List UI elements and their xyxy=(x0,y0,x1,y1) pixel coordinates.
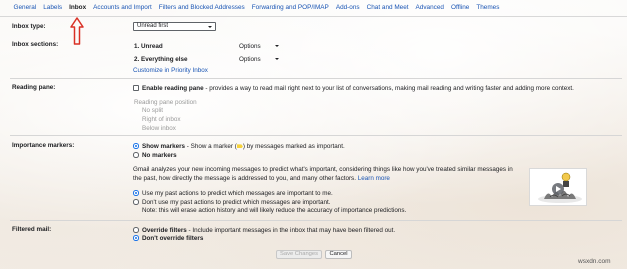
section-unread-name: 1. Unread xyxy=(134,43,163,50)
show-markers-radio[interactable] xyxy=(133,143,139,149)
use-past-actions-label: Use my past actions to predict which mes… xyxy=(142,190,333,197)
dont-use-past-actions-label: Don't use my past actions to predict whi… xyxy=(142,199,331,206)
show-markers-desc-a: - Show a marker ( xyxy=(185,143,237,150)
override-filters-text: Override filters - Include important mes… xyxy=(142,227,395,234)
tab-accounts-and-import[interactable]: Accounts and Import xyxy=(90,3,156,13)
inbox-type-label: Inbox type: xyxy=(12,23,46,30)
no-markers-radio[interactable] xyxy=(133,152,139,158)
show-markers-title: Show markers xyxy=(142,143,186,150)
override-filters-radio[interactable] xyxy=(133,227,139,233)
save-changes-button[interactable]: Save Changes xyxy=(276,250,322,259)
enable-reading-pane-desc: - provides a way to read mail right next… xyxy=(203,85,574,92)
inbox-sections-label: Inbox sections: xyxy=(12,41,59,48)
learn-more-link[interactable]: Learn more xyxy=(358,175,390,182)
position-no-split: No split xyxy=(142,107,163,114)
filtered-mail-label: Filtered mail: xyxy=(12,226,52,233)
watermark: wsxdn.com xyxy=(578,258,611,265)
enable-reading-pane-title: Enable reading pane xyxy=(142,85,204,92)
red-up-arrow-icon xyxy=(70,17,84,45)
section-everything-else-name: 2. Everything else xyxy=(134,56,188,63)
override-filters-title: Override filters xyxy=(142,227,187,234)
show-markers-desc-b: ) by messages marked as important. xyxy=(242,143,345,150)
divider xyxy=(10,135,622,136)
use-past-actions-radio[interactable] xyxy=(133,190,139,196)
show-markers-text: Show markers - Show a marker ( ) by messa… xyxy=(142,143,345,150)
position-right-of-inbox: Right of inbox xyxy=(142,116,181,123)
importance-markers-label: Importance markers: xyxy=(12,142,75,149)
importance-info-line2: the past, how directly the message is ad… xyxy=(133,175,390,182)
options-label: Options xyxy=(239,56,261,63)
chevron-down-icon xyxy=(274,45,279,48)
cancel-button[interactable]: Cancel xyxy=(325,250,352,259)
importance-info-line2-text: the past, how directly the message is ad… xyxy=(133,175,356,182)
override-filters-desc: - Include important messages in the inbo… xyxy=(186,227,396,234)
enable-reading-pane-checkbox[interactable] xyxy=(133,85,139,91)
section-everything-else-options[interactable]: Options xyxy=(239,56,279,63)
importance-illustration xyxy=(529,168,587,206)
inbox-type-value: Unread first xyxy=(137,23,169,29)
chevron-down-icon xyxy=(274,58,279,61)
erase-history-note: Note: this will erase action history and… xyxy=(142,207,407,214)
tab-advanced[interactable]: Advanced xyxy=(412,3,447,13)
tab-add-ons[interactable]: Add-ons xyxy=(332,3,363,13)
tab-inbox[interactable]: Inbox xyxy=(66,3,90,13)
tab-chat-and-meet[interactable]: Chat and Meet xyxy=(363,3,412,13)
settings-tabs: General Labels Inbox Accounts and Import… xyxy=(0,0,627,17)
options-label: Options xyxy=(239,43,261,50)
tab-forwarding-and-pop-imap[interactable]: Forwarding and POP/IMAP xyxy=(248,3,332,13)
divider xyxy=(10,220,622,221)
dont-override-filters-radio[interactable] xyxy=(133,235,139,241)
section-unread-options[interactable]: Options xyxy=(239,43,279,50)
tab-offline[interactable]: Offline xyxy=(447,3,472,13)
chevron-down-icon xyxy=(208,25,212,28)
position-below-inbox: Below inbox xyxy=(142,125,176,132)
reading-pane-label: Reading pane: xyxy=(12,84,56,91)
tab-filters-and-blocked-addresses[interactable]: Filters and Blocked Addresses xyxy=(155,3,248,13)
reading-pane-position-title: Reading pane position xyxy=(134,99,197,106)
tab-general[interactable]: General xyxy=(10,3,40,13)
no-markers-label: No markers xyxy=(142,152,177,159)
inbox-type-select[interactable]: Unread first xyxy=(133,22,216,31)
video-play-illustration-icon xyxy=(530,169,586,205)
tab-labels[interactable]: Labels xyxy=(40,3,66,13)
tab-themes[interactable]: Themes xyxy=(473,3,503,13)
divider xyxy=(10,78,622,79)
importance-info-line1: Gmail analyzes your new incoming message… xyxy=(133,166,513,173)
dont-use-past-actions-radio[interactable] xyxy=(133,199,139,205)
enable-reading-pane-text: Enable reading pane - provides a way to … xyxy=(142,85,574,92)
dont-override-filters-label: Don't override filters xyxy=(142,235,204,242)
customize-priority-inbox-link[interactable]: Customize in Priority Inbox xyxy=(133,67,208,74)
